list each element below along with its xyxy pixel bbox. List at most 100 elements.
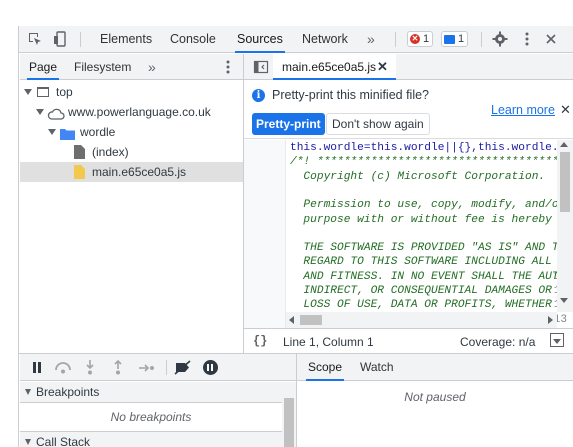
toolbar-separator: [80, 32, 81, 47]
toolbar-separator: [395, 32, 396, 47]
pretty-print-toggle[interactable]: {}: [253, 334, 267, 348]
dont-show-again-button[interactable]: Don't show again: [326, 113, 430, 135]
tab-filesystem[interactable]: Filesystem: [72, 54, 133, 80]
infobar-message: Pretty-print this minified file?: [272, 88, 430, 102]
scroll-down-icon[interactable]: [560, 298, 568, 303]
navigator-tabs: Page Filesystem »: [20, 54, 243, 80]
sidebar-toggle-icon[interactable]: [550, 333, 564, 347]
code-line: INDIRECT, OR CONSEQUENTIAL DAMAGES OR A: [290, 285, 566, 297]
device-toggle-icon[interactable]: [53, 31, 69, 47]
learn-more-link[interactable]: Learn more: [491, 103, 555, 117]
tab-elements[interactable]: Elements: [98, 26, 154, 52]
more-vert-icon[interactable]: [519, 31, 535, 47]
editor-status-bar: {} Line 1, Column 1 Coverage: n/a: [244, 328, 573, 353]
devtools-main-toolbar: Elements Console Sources Network » ✕ 1 1: [19, 26, 573, 53]
code-editor[interactable]: 1this.wordle=this.wordle||{},this.wordle…: [244, 140, 573, 328]
page-left-edge: [0, 26, 19, 447]
tree-label: main.e65ce0a5.js: [92, 165, 187, 179]
toolbar-separator: [166, 360, 167, 375]
debugger-sidebar-scrollbar[interactable]: [282, 382, 296, 447]
no-breakpoints-message: No breakpoints: [110, 410, 192, 424]
scrollbar-thumb[interactable]: [300, 315, 322, 325]
tab-watch[interactable]: Watch: [358, 354, 396, 381]
scope-watch-tabs: Scope Watch: [297, 354, 573, 381]
navigator-menu-icon[interactable]: [220, 59, 236, 75]
inspect-icon[interactable]: [27, 31, 43, 47]
editor-horizontal-scrollbar[interactable]: [286, 312, 557, 328]
pause-exceptions-icon[interactable]: [203, 360, 218, 375]
tree-label: www.powerlanguage.co.uk: [68, 105, 211, 119]
editor-tab-label: main.e65ce0a5.js: [282, 60, 377, 74]
coverage-status: Coverage: n/a: [460, 335, 536, 349]
scrollbar-thumb[interactable]: [560, 152, 570, 212]
cursor-position: Line 1, Column 1: [283, 335, 374, 349]
pretty-print-button[interactable]: Pretty-print: [252, 113, 325, 135]
expand-arrow-icon: [25, 439, 31, 445]
navigator-more-tabs[interactable]: »: [146, 54, 158, 80]
breakpoints-section-header[interactable]: Breakpoints: [20, 382, 282, 403]
deactivate-breakpoints-icon[interactable]: [174, 360, 192, 378]
tree-label: top: [56, 85, 73, 99]
frame-icon: [37, 87, 49, 97]
error-icon: ✕: [410, 34, 420, 44]
breakpoints-label: Breakpoints: [36, 385, 100, 399]
code-line: /*! ************************************: [290, 156, 559, 169]
code-line: Copyright (c) Microsoft Corporation.: [290, 170, 546, 183]
scrollbar-thumb[interactable]: [284, 398, 294, 447]
browser-top-strip: [0, 0, 573, 26]
tree-item-main-js[interactable]: main.e65ce0a5.js: [20, 162, 243, 182]
code-line: THE SOFTWARE IS PROVIDED "AS IS" AND TH: [290, 242, 566, 255]
more-tabs-button[interactable]: »: [365, 26, 377, 52]
step-into-icon[interactable]: [85, 360, 95, 378]
call-stack-section-header[interactable]: Call Stack: [20, 431, 282, 447]
scroll-left-icon[interactable]: [289, 316, 294, 324]
editor-tab-main-js[interactable]: main.e65ce0a5.js ✕: [273, 54, 396, 80]
tree-label: wordle: [80, 125, 116, 139]
editor-vertical-scrollbar[interactable]: [557, 140, 573, 312]
sidebar-toggle-icon[interactable]: [253, 59, 269, 75]
expand-arrow-icon: [25, 389, 31, 395]
expand-arrow-icon: [24, 89, 32, 95]
tree-item-top[interactable]: top: [20, 82, 243, 102]
step-over-icon[interactable]: [54, 361, 72, 377]
tree-item-index[interactable]: (index): [20, 142, 243, 162]
expand-arrow-icon: [36, 109, 44, 115]
not-paused-message: Not paused: [404, 390, 466, 404]
line-number-gutter: [244, 140, 286, 328]
error-count-badge[interactable]: ✕ 1: [407, 31, 434, 47]
message-icon: [444, 34, 455, 44]
tab-page[interactable]: Page: [27, 54, 60, 80]
code-line: purpose with or without fee is hereby g: [290, 213, 566, 226]
close-icon[interactable]: [543, 31, 559, 47]
expand-arrow-icon: [48, 129, 56, 135]
code-line: Permission to use, copy, modify, and/or: [290, 199, 566, 212]
error-count: 1: [423, 33, 430, 45]
tree-label: (index): [92, 145, 129, 159]
close-icon[interactable]: ✕: [377, 59, 388, 75]
code-line: this.wordle=this.wordle||{},this.wordle.…: [290, 142, 566, 154]
message-count: 1: [458, 33, 465, 45]
message-count-badge[interactable]: 1: [441, 31, 469, 47]
tree-item-folder[interactable]: wordle: [20, 122, 243, 142]
tab-scope[interactable]: Scope: [306, 354, 345, 381]
editor-tabs: main.e65ce0a5.js ✕: [244, 54, 573, 80]
scroll-up-icon[interactable]: [560, 142, 568, 147]
code-line: AND FITNESS. IN NO EVENT SHALL THE AUTH: [290, 270, 566, 283]
file-tree: top www.powerlanguage.co.uk wordle (inde…: [20, 81, 243, 353]
tree-item-domain[interactable]: www.powerlanguage.co.uk: [20, 102, 243, 122]
file-icon: [74, 165, 85, 185]
infobar-close-icon[interactable]: ✕: [560, 102, 571, 118]
call-stack-label: Call Stack: [36, 435, 91, 447]
tab-network[interactable]: Network: [300, 26, 350, 52]
scroll-right-icon[interactable]: [548, 316, 553, 324]
pause-icon[interactable]: [32, 362, 42, 376]
info-icon: i: [252, 89, 265, 102]
settings-icon[interactable]: [492, 31, 508, 47]
debugger-toolbar: [20, 354, 296, 381]
step-icon[interactable]: [139, 362, 155, 376]
toolbar-separator: [481, 32, 482, 47]
tab-console[interactable]: Console: [168, 26, 218, 52]
tab-sources[interactable]: Sources: [235, 26, 285, 53]
code-line: REGARD TO THIS SOFTWARE INCLUDING ALL I: [290, 256, 566, 269]
step-out-icon[interactable]: [113, 359, 123, 378]
